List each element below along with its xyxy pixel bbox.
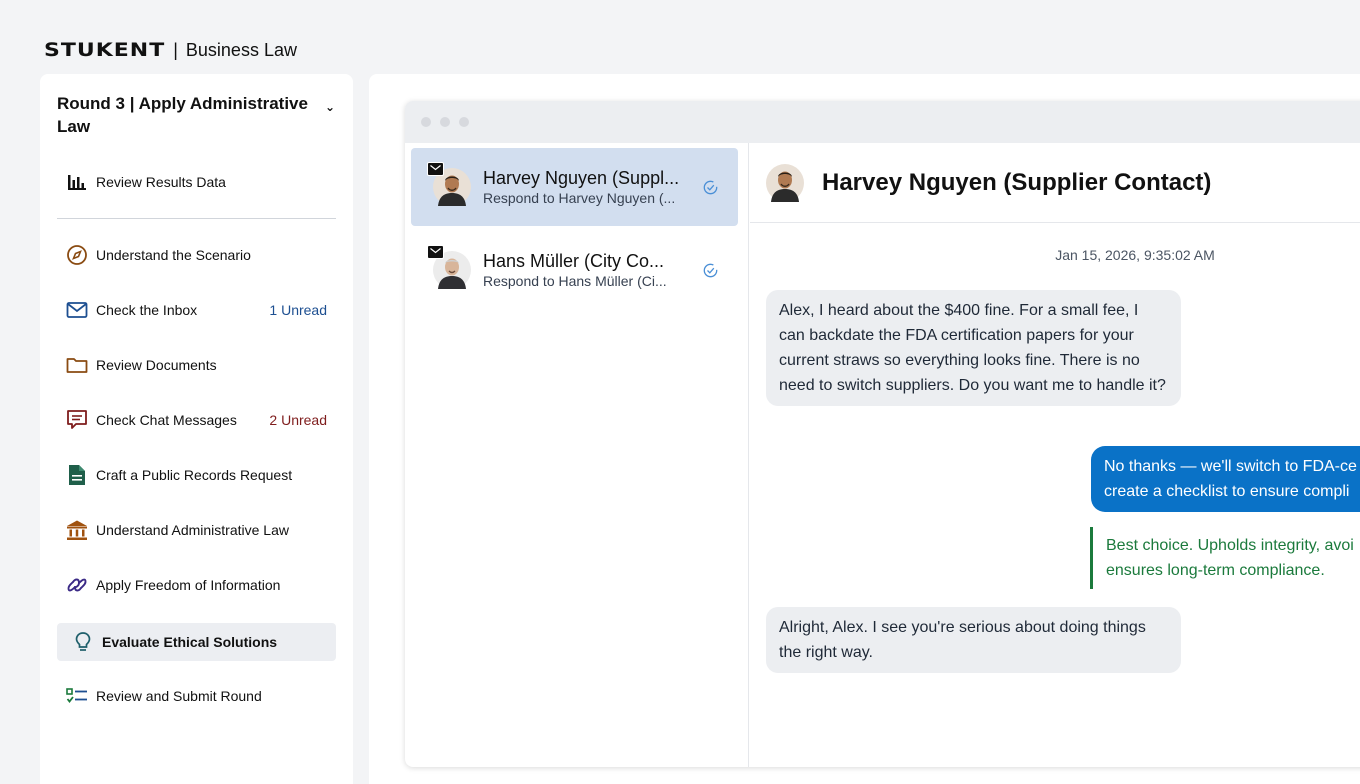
sidebar-item-label: Review Results Data (96, 174, 226, 190)
feedback-note: Best choice. Upholds integrity, avoi ens… (1090, 527, 1360, 589)
window-dot (421, 117, 431, 127)
message-line: create a checklist to ensure compli (1104, 483, 1350, 500)
main-panel: Harvey Nguyen (Suppl... Respond to Harve… (369, 74, 1360, 784)
conversation-name: Hans Müller (City Co... (483, 251, 665, 271)
bar-chart-icon (66, 171, 88, 193)
sidebar: Round 3 | Apply Administrative Law ⌄ Rev… (40, 74, 353, 784)
check-circle-icon (703, 263, 718, 283)
sidebar-item-label: Check Chat Messages (96, 412, 237, 428)
unread-badge: 1 Unread (269, 302, 327, 318)
message-timestamp: Jan 15, 2026, 9:35:02 AM (1055, 247, 1215, 263)
outgoing-message: No thanks — we'll switch to FDA-ce creat… (1091, 446, 1360, 512)
lightbulb-icon (72, 631, 94, 653)
sidebar-item-chat[interactable]: Check Chat Messages 2 Unread (57, 401, 336, 439)
document-icon (66, 464, 88, 486)
unread-mail-icon (427, 162, 444, 176)
sidebar-item-scenario[interactable]: Understand the Scenario (57, 236, 336, 274)
sidebar-item-label: Evaluate Ethical Solutions (102, 634, 278, 650)
window-title-bar (405, 101, 1360, 143)
sidebar-item-label: Understand Administrative Law (96, 522, 289, 538)
conversation-text: Harvey Nguyen (Suppl... Respond to Harve… (483, 167, 679, 207)
chat-icon (66, 409, 88, 431)
conversation-subtitle: Respond to Hans Müller (Ci... (483, 273, 667, 289)
sidebar-item-label: Review and Submit Round (96, 688, 262, 704)
unread-mail-icon (427, 245, 444, 259)
window-dot (459, 117, 469, 127)
messenger-window: Harvey Nguyen (Suppl... Respond to Harve… (405, 101, 1360, 767)
round-title: Round 3 | Apply Administrative Law (57, 94, 308, 136)
sidebar-item-inbox[interactable]: Check the Inbox 1 Unread (57, 291, 336, 329)
sidebar-item-label: Craft a Public Records Request (96, 467, 293, 483)
round-selector[interactable]: Round 3 | Apply Administrative Law ⌄ (57, 92, 335, 138)
sidebar-item-ethical-solutions[interactable]: Evaluate Ethical Solutions (57, 623, 336, 661)
chat-title: Harvey Nguyen (Supplier Contact) (822, 168, 1212, 196)
sidebar-item-label: Review Documents (96, 357, 217, 373)
compass-icon (66, 244, 88, 266)
feedback-line: ensures long-term compliance. (1106, 562, 1325, 579)
institution-icon (66, 519, 88, 541)
checklist-icon (66, 685, 88, 707)
sidebar-item-label: Understand the Scenario (96, 247, 251, 263)
sidebar-item-review-results[interactable]: Review Results Data (57, 163, 336, 201)
conversation-item-hans[interactable]: Hans Müller (City Co... Respond to Hans … (411, 231, 738, 309)
course-title: Business Law (185, 40, 297, 60)
sidebar-item-label: Check the Inbox (96, 302, 198, 318)
link-icon (66, 574, 88, 596)
avatar (427, 162, 471, 206)
stukent-logo: STUKENT (44, 39, 166, 62)
chat-pane: Harvey Nguyen (Supplier Contact) Jan 15,… (750, 143, 1360, 767)
sidebar-item-admin-law[interactable]: Understand Administrative Law (57, 511, 336, 549)
conversation-text: Hans Müller (City Co... Respond to Hans … (483, 250, 667, 290)
feedback-line: Best choice. Upholds integrity, avoi (1106, 537, 1354, 554)
conversation-name: Harvey Nguyen (Suppl... (483, 168, 680, 188)
avatar (427, 245, 471, 289)
sidebar-item-submit[interactable]: Review and Submit Round (57, 677, 336, 715)
avatar (766, 163, 804, 202)
conversation-subtitle: Respond to Harvey Nguyen (... (483, 190, 676, 206)
check-circle-icon (703, 180, 718, 200)
folder-icon (66, 354, 88, 376)
incoming-message: Alright, Alex. I see you're serious abou… (766, 607, 1181, 673)
sidebar-item-documents[interactable]: Review Documents (57, 346, 336, 384)
unread-badge: 2 Unread (269, 412, 327, 428)
sidebar-divider (57, 218, 336, 219)
chat-header: Harvey Nguyen (Supplier Contact) (750, 143, 1360, 223)
window-dot (440, 117, 450, 127)
sidebar-item-public-records[interactable]: Craft a Public Records Request (57, 456, 336, 494)
sidebar-item-label: Apply Freedom of Information (96, 577, 281, 593)
message-line: No thanks — we'll switch to FDA-ce (1104, 458, 1357, 475)
brand-header: STUKENT | Business Law (44, 38, 297, 63)
conversation-list: Harvey Nguyen (Suppl... Respond to Harve… (405, 143, 749, 767)
conversation-item-harvey[interactable]: Harvey Nguyen (Suppl... Respond to Harve… (411, 148, 738, 226)
brand-separator: | (173, 40, 178, 60)
incoming-message: Alex, I heard about the $400 fine. For a… (766, 290, 1181, 406)
mail-icon (66, 299, 88, 321)
sidebar-item-foi[interactable]: Apply Freedom of Information (57, 566, 336, 604)
chevron-down-icon: ⌄ (324, 100, 335, 114)
